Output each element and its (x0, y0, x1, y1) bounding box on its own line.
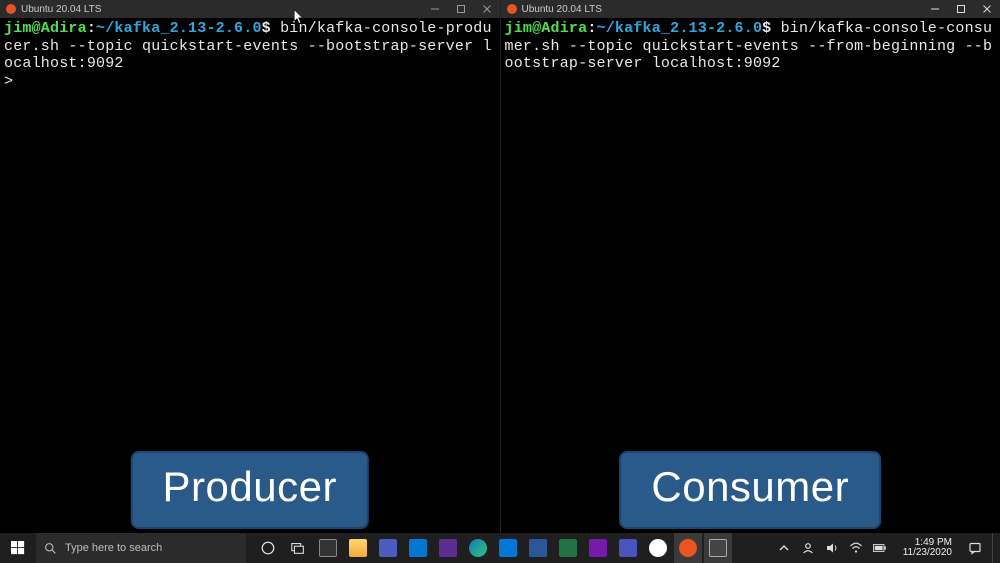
teams-icon[interactable] (614, 533, 642, 563)
terminal-app-icon[interactable] (314, 533, 342, 563)
start-button[interactable] (0, 533, 36, 563)
app-running-icon[interactable] (704, 533, 732, 563)
titlebar[interactable]: Ubuntu 20.04 LTS (0, 0, 500, 18)
show-desktop-button[interactable] (992, 533, 998, 563)
prompt-sep: : (587, 20, 596, 37)
desktop: Ubuntu 20.04 LTS jim@Adira:~/kafka_2.13-… (0, 0, 1000, 563)
word-icon[interactable] (524, 533, 552, 563)
window-controls (928, 2, 994, 16)
terminal-window-producer: Ubuntu 20.04 LTS jim@Adira:~/kafka_2.13-… (0, 0, 501, 563)
onenote-icon[interactable] (584, 533, 612, 563)
slack-icon[interactable] (644, 533, 672, 563)
prompt-path: ~/kafka_2.13-2.6.0 (597, 20, 763, 37)
cortana-icon[interactable] (254, 533, 282, 563)
prompt-dollar: $ (762, 20, 780, 37)
system-tray: 1:49 PM 11/23/2020 (777, 533, 1000, 563)
ubuntu-icon (6, 4, 16, 14)
file-explorer-icon[interactable] (344, 533, 372, 563)
visual-studio-icon[interactable] (434, 533, 462, 563)
taskbar-clock[interactable]: 1:49 PM 11/23/2020 (897, 538, 958, 559)
wifi-icon[interactable] (849, 541, 863, 555)
taskbar-pinned-apps (254, 533, 732, 563)
volume-icon[interactable] (825, 541, 839, 555)
windows-logo-icon (11, 541, 25, 555)
search-input[interactable]: Type here to search (36, 533, 246, 563)
tray-chevron-up-icon[interactable] (777, 541, 791, 555)
window-title: Ubuntu 20.04 LTS (21, 4, 428, 15)
excel-icon[interactable] (554, 533, 582, 563)
ubuntu-icon (507, 4, 517, 14)
overlay-label-consumer: Consumer (619, 451, 881, 529)
prompt-sep: : (87, 20, 96, 37)
prompt-path: ~/kafka_2.13-2.6.0 (96, 20, 262, 37)
battery-icon[interactable] (873, 541, 887, 555)
prompt-dollar: $ (262, 20, 280, 37)
prompt-user: jim@Adira (4, 20, 87, 37)
close-button[interactable] (980, 2, 994, 16)
maximize-button[interactable] (454, 2, 468, 16)
notifications-icon[interactable] (968, 541, 982, 555)
clock-date: 11/23/2020 (903, 548, 952, 559)
window-title: Ubuntu 20.04 LTS (522, 4, 929, 15)
vscode-icon[interactable] (404, 533, 432, 563)
minimize-button[interactable] (428, 2, 442, 16)
input-caret: > (4, 73, 13, 90)
prompt-user: jim@Adira (505, 20, 588, 37)
taskbar: Type here to search 1:49 PM 11/23/2020 (0, 533, 1000, 563)
overlay-label-producer: Producer (131, 451, 369, 529)
ubuntu-app-icon[interactable] (674, 533, 702, 563)
close-button[interactable] (480, 2, 494, 16)
minimize-button[interactable] (928, 2, 942, 16)
titlebar[interactable]: Ubuntu 20.04 LTS (501, 0, 1000, 18)
outlook-icon[interactable] (494, 533, 522, 563)
search-icon (44, 542, 57, 555)
people-icon[interactable] (801, 541, 815, 555)
edge-icon[interactable] (464, 533, 492, 563)
maximize-button[interactable] (954, 2, 968, 16)
terminal-window-consumer: Ubuntu 20.04 LTS jim@Adira:~/kafka_2.13-… (501, 0, 1000, 563)
search-placeholder: Type here to search (65, 542, 162, 554)
window-controls (428, 2, 494, 16)
task-view-icon[interactable] (284, 533, 312, 563)
app-icon[interactable] (374, 533, 402, 563)
